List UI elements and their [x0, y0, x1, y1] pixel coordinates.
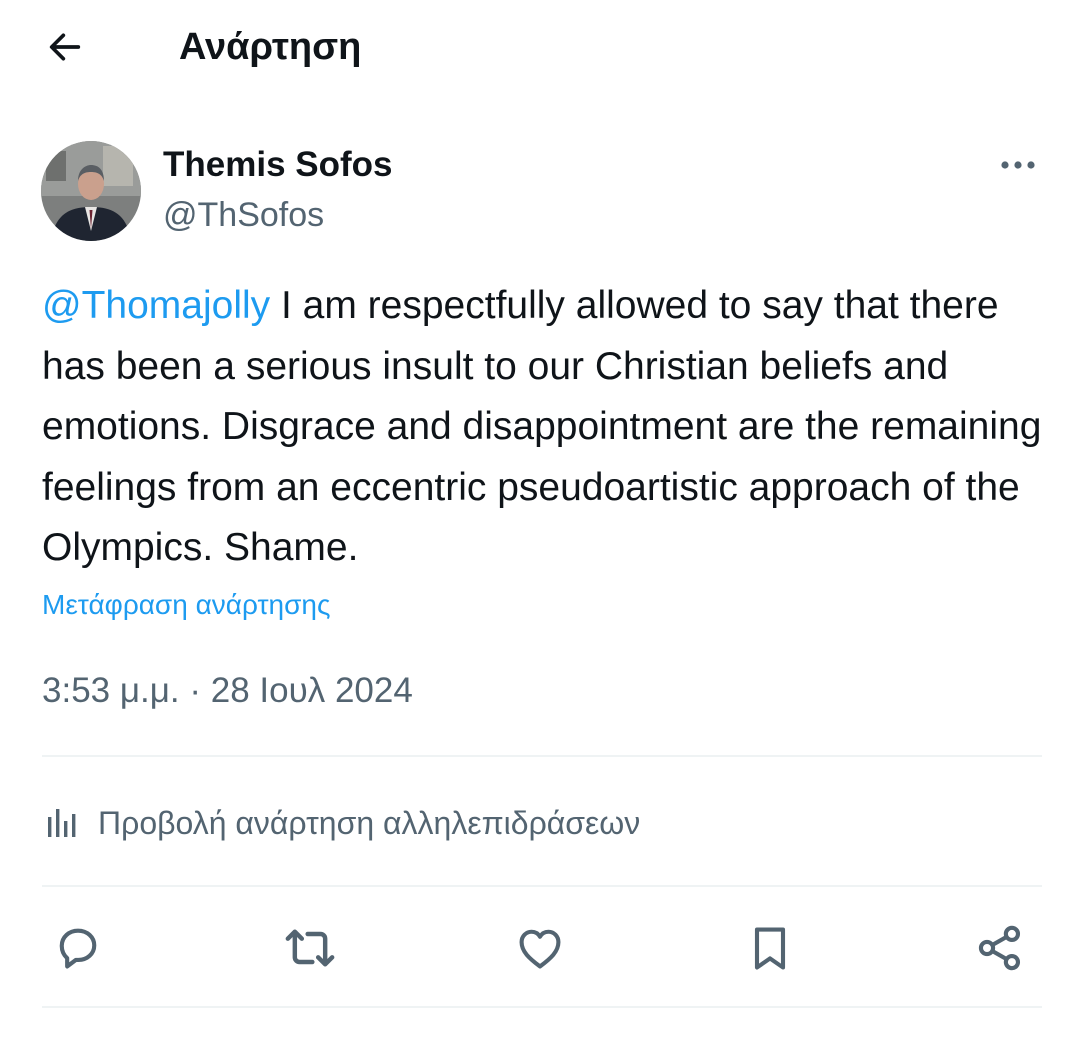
top-bar: Ανάρτηση: [0, 0, 1080, 95]
share-icon: [978, 925, 1021, 971]
translate-post-link[interactable]: Μετάφραση ανάρτησης: [42, 585, 330, 625]
divider: [42, 1006, 1042, 1008]
repost-button[interactable]: [280, 918, 340, 978]
bookmark-icon: [754, 927, 786, 970]
share-button[interactable]: [970, 918, 1030, 978]
divider: [42, 755, 1042, 757]
divider: [42, 885, 1042, 887]
page-title: Ανάρτηση: [179, 26, 362, 68]
avatar[interactable]: [41, 141, 141, 241]
arrow-left-icon: [49, 33, 81, 61]
post-text: @Thomajolly I am respectfully allowed to…: [42, 276, 1052, 579]
post-time: 3:53 μ.μ.: [42, 671, 180, 710]
reply-button[interactable]: [48, 918, 108, 978]
view-engagements-label: Προβολή ανάρτηση αλληλεπιδράσεων: [98, 805, 641, 841]
repost-icon: [285, 929, 335, 967]
bookmark-button[interactable]: [740, 918, 800, 978]
more-horizontal-icon: [1001, 161, 1035, 169]
post-date: 28 Ιουλ 2024: [210, 671, 413, 710]
author-handle[interactable]: @ThSofos: [163, 195, 324, 235]
like-button[interactable]: [510, 918, 570, 978]
action-bar: [0, 918, 1080, 978]
analytics-bars-icon: [48, 809, 76, 837]
like-icon: [519, 929, 561, 969]
mention-link[interactable]: @Thomajolly: [42, 284, 270, 327]
reply-icon: [59, 928, 97, 969]
view-engagements-button[interactable]: Προβολή ανάρτηση αλληλεπιδράσεων: [42, 800, 640, 846]
more-options-button[interactable]: [993, 145, 1043, 185]
timestamp-separator: ·: [179, 671, 211, 710]
back-button[interactable]: [40, 22, 90, 72]
author-name[interactable]: Themis Sofos: [163, 145, 392, 185]
post-timestamp[interactable]: 3:53 μ.μ. · 28 Ιουλ 2024: [42, 668, 413, 714]
